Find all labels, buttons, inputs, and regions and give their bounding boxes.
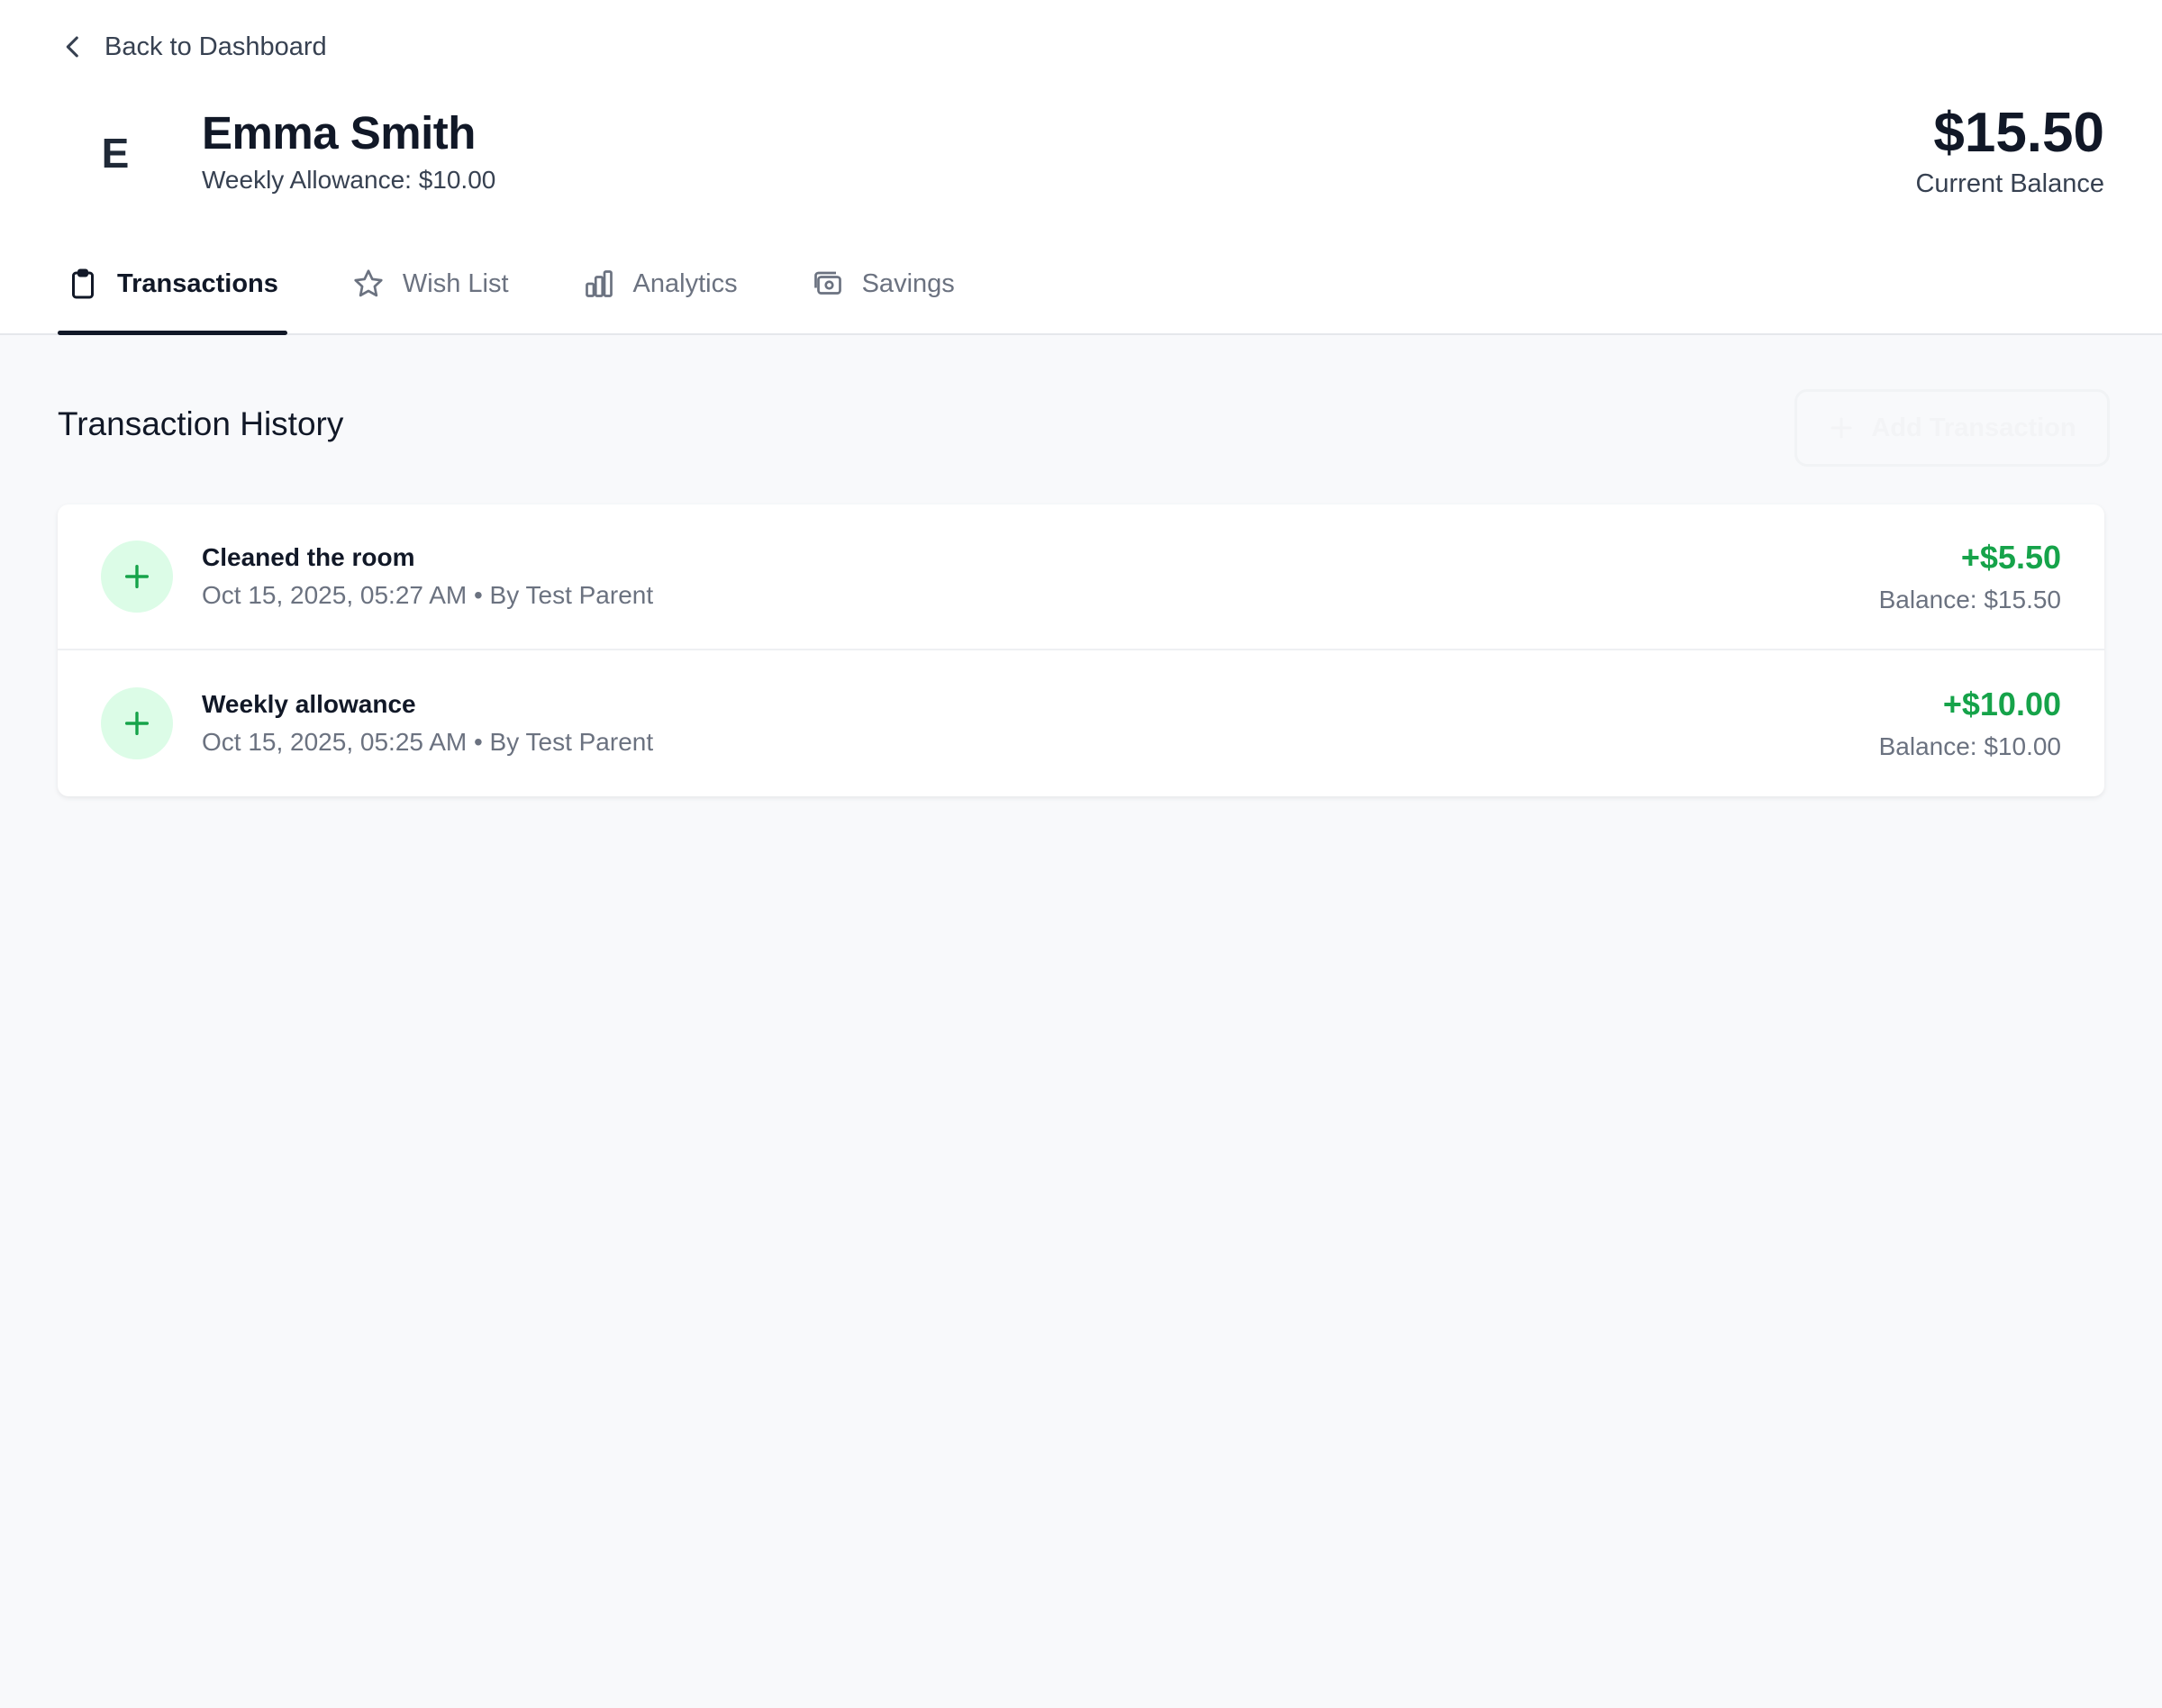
plus-icon — [1830, 417, 1852, 439]
balance-label: Current Balance — [1915, 169, 2104, 199]
balance-summary: $15.50 Current Balance — [1915, 102, 2104, 199]
transaction-balance: Balance: $15.50 — [1878, 586, 2061, 613]
transaction-list: Cleaned the room Oct 15, 2025, 05:27 AM … — [58, 504, 2104, 796]
bar-chart-icon — [585, 270, 613, 297]
section-title: Transaction History — [58, 405, 344, 442]
transaction-amount: +$10.00 — [1942, 686, 2061, 722]
tab-label: Analytics — [632, 268, 738, 298]
transaction-amounts: +$5.50 Balance: $15.50 — [1879, 539, 2061, 614]
transaction-row[interactable]: Cleaned the room Oct 15, 2025, 05:27 AM … — [58, 504, 2104, 650]
tab-bar: Transactions Wish List Analytics Savings — [58, 234, 1020, 335]
header: Back to Dashboard E Emma Smith Weekly Al… — [0, 0, 2162, 335]
tab-transactions[interactable]: Transactions — [58, 234, 287, 335]
transaction-meta: Oct 15, 2025, 05:27 AM • By Test Parent — [202, 581, 654, 609]
transaction-amounts: +$10.00 Balance: $10.00 — [1879, 686, 2061, 761]
income-badge — [101, 687, 173, 759]
tab-savings[interactable]: Savings — [803, 234, 964, 333]
add-transaction-label: Add Transaction — [1871, 413, 2076, 442]
income-badge — [101, 541, 173, 613]
transaction-meta: Oct 15, 2025, 05:25 AM • By Test Parent — [202, 728, 654, 756]
transaction-details: Weekly allowance Oct 15, 2025, 05:25 AM … — [202, 690, 653, 757]
back-to-dashboard-link[interactable]: Back to Dashboard — [58, 27, 327, 67]
tab-wish-list[interactable]: Wish List — [343, 234, 518, 333]
avatar: E — [101, 130, 130, 177]
tab-label: Savings — [861, 268, 955, 298]
clipboard-icon — [72, 268, 94, 299]
transaction-title: Cleaned the room — [202, 543, 415, 571]
plus-icon — [124, 564, 150, 589]
star-icon — [354, 269, 383, 297]
transaction-balance: Balance: $10.00 — [1878, 732, 2061, 760]
piggy-bank-icon — [813, 271, 841, 295]
tab-label: Wish List — [402, 268, 509, 298]
transaction-row[interactable]: Weekly allowance Oct 15, 2025, 05:25 AM … — [58, 650, 2104, 796]
chevron-left-icon — [66, 36, 78, 58]
transaction-title: Weekly allowance — [202, 690, 416, 718]
balance-amount: $15.50 — [1933, 102, 2104, 164]
transaction-amount: +$5.50 — [1960, 539, 2061, 576]
back-label: Back to Dashboard — [104, 32, 327, 61]
add-transaction-button[interactable]: Add Transaction — [1794, 389, 2110, 467]
tab-analytics[interactable]: Analytics — [574, 234, 747, 333]
child-name: Emma Smith — [202, 107, 476, 159]
plus-icon — [124, 711, 150, 736]
tab-label: Transactions — [117, 268, 278, 298]
transaction-details: Cleaned the room Oct 15, 2025, 05:27 AM … — [202, 543, 653, 610]
weekly-allowance: Weekly Allowance: $10.00 — [202, 166, 496, 194]
